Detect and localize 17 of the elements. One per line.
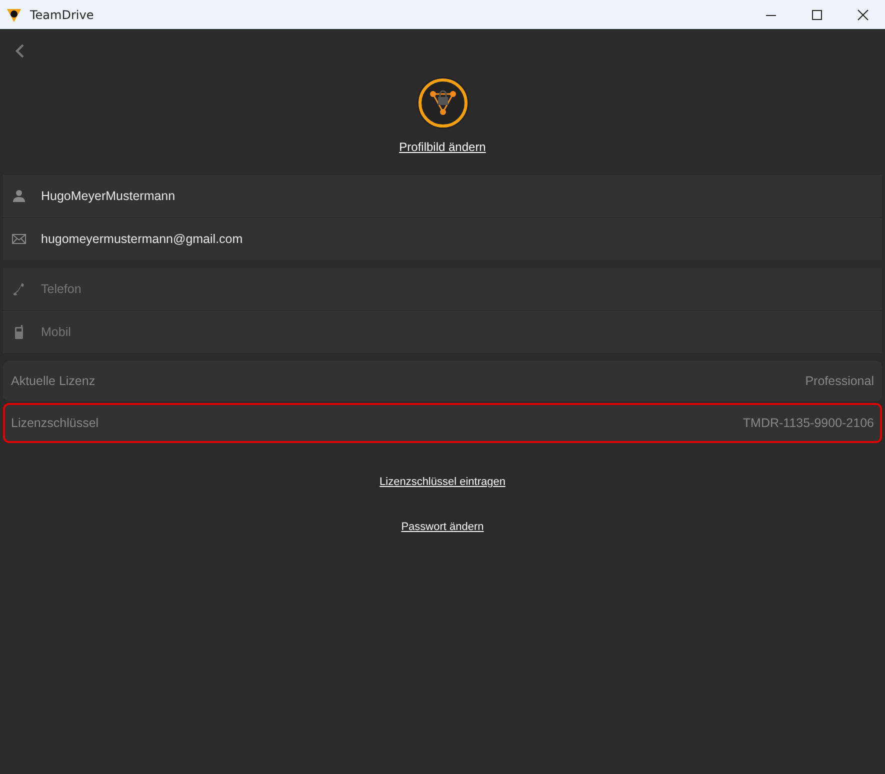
email-field[interactable]: hugomeyermustermann@gmail.com	[3, 218, 882, 260]
text-link[interactable]: Passwort ändern	[401, 521, 484, 533]
change-picture-link[interactable]: Profilbild ändern	[399, 140, 486, 154]
license-value: Professional	[805, 374, 874, 388]
mobile-field[interactable]: Mobil	[3, 311, 882, 353]
name-field[interactable]: HugoMeyerMustermann	[3, 175, 882, 217]
app-logo-icon	[6, 6, 22, 22]
window-title: TeamDrive	[30, 8, 94, 22]
maximize-icon[interactable]	[811, 8, 823, 20]
back-icon[interactable]	[15, 44, 25, 58]
license-label: Lizenzschlüssel	[11, 416, 99, 430]
license-value: TMDR-1135-9900-2106	[742, 416, 874, 430]
text-link[interactable]: Lizenzschlüssel eintragen	[380, 476, 506, 488]
close-icon[interactable]	[857, 8, 869, 20]
phone-field[interactable]: Telefon	[3, 268, 882, 310]
profile-logo-icon	[416, 76, 470, 130]
license-label: Aktuelle Lizenz	[11, 374, 96, 388]
